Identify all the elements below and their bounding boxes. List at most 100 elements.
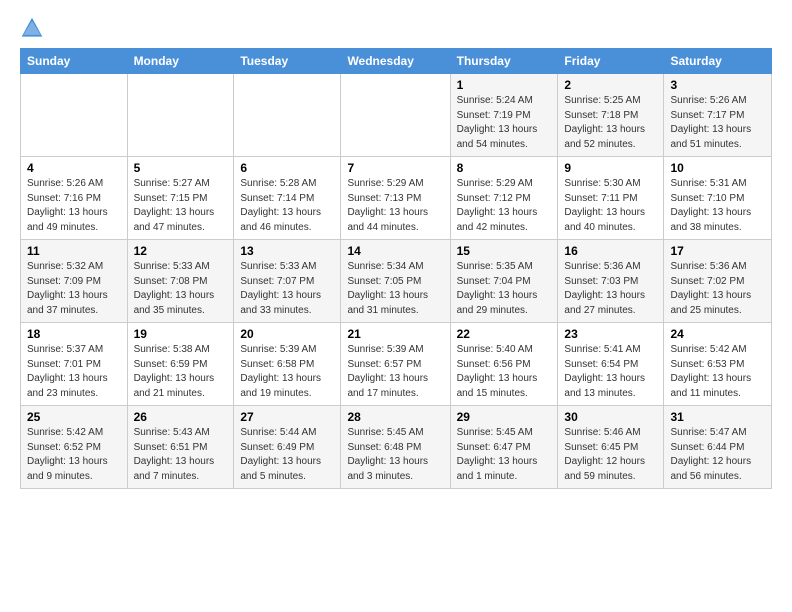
day-number: 29 xyxy=(457,410,552,424)
day-number: 11 xyxy=(27,244,121,258)
day-number: 4 xyxy=(27,161,121,175)
day-number: 9 xyxy=(564,161,657,175)
header-day: Monday xyxy=(127,49,234,74)
calendar-cell: 5 Sunrise: 5:27 AM Sunset: 7:15 PM Daylig… xyxy=(127,157,234,240)
day-info: Sunrise: 5:38 AM Sunset: 6:59 PM Dayligh… xyxy=(134,343,228,401)
calendar-cell: 20 Sunrise: 5:39 AM Sunset: 6:58 PM Dayli… xyxy=(234,323,341,406)
day-info: Sunrise: 5:25 AM Sunset: 7:18 PM Dayligh… xyxy=(564,94,657,152)
calendar-cell: 26 Sunrise: 5:43 AM Sunset: 6:51 PM Dayli… xyxy=(127,406,234,489)
calendar-cell: 25Sunrise: 5:42 AM Sunset: 6:52 PM Dayli… xyxy=(21,406,128,489)
calendar-cell xyxy=(21,74,128,157)
day-info: Sunrise: 5:33 AM Sunset: 7:08 PM Dayligh… xyxy=(134,260,228,318)
calendar-cell: 6Sunrise: 5:28 AM Sunset: 7:14 PM Daylig… xyxy=(234,157,341,240)
calendar-cell: 7 Sunrise: 5:29 AM Sunset: 7:13 PM Daylig… xyxy=(341,157,450,240)
day-number: 10 xyxy=(670,161,765,175)
day-number: 20 xyxy=(240,327,334,341)
day-info: Sunrise: 5:43 AM Sunset: 6:51 PM Dayligh… xyxy=(134,426,228,484)
day-number: 31 xyxy=(670,410,765,424)
header-day: Sunday xyxy=(21,49,128,74)
day-number: 30 xyxy=(564,410,657,424)
calendar-week-row: 25Sunrise: 5:42 AM Sunset: 6:52 PM Dayli… xyxy=(21,406,772,489)
logo-icon xyxy=(20,16,44,40)
calendar-cell xyxy=(127,74,234,157)
day-number: 12 xyxy=(134,244,228,258)
day-info: Sunrise: 5:30 AM Sunset: 7:11 PM Dayligh… xyxy=(564,177,657,235)
calendar-cell: 4 Sunrise: 5:26 AM Sunset: 7:16 PM Daylig… xyxy=(21,157,128,240)
calendar-week-row: 4 Sunrise: 5:26 AM Sunset: 7:16 PM Daylig… xyxy=(21,157,772,240)
calendar-cell: 8 Sunrise: 5:29 AM Sunset: 7:12 PM Daylig… xyxy=(450,157,558,240)
day-number: 21 xyxy=(347,327,443,341)
calendar-cell xyxy=(234,74,341,157)
day-info: Sunrise: 5:24 AM Sunset: 7:19 PM Dayligh… xyxy=(457,94,552,152)
calendar-cell: 17 Sunrise: 5:36 AM Sunset: 7:02 PM Dayli… xyxy=(664,240,772,323)
day-info: Sunrise: 5:27 AM Sunset: 7:15 PM Dayligh… xyxy=(134,177,228,235)
day-number: 2 xyxy=(564,78,657,92)
calendar-cell: 12 Sunrise: 5:33 AM Sunset: 7:08 PM Dayli… xyxy=(127,240,234,323)
calendar-cell: 16Sunrise: 5:36 AM Sunset: 7:03 PM Dayli… xyxy=(558,240,664,323)
calendar-cell xyxy=(341,74,450,157)
day-number: 16 xyxy=(564,244,657,258)
day-info: Sunrise: 5:37 AM Sunset: 7:01 PM Dayligh… xyxy=(27,343,121,401)
day-info: Sunrise: 5:41 AM Sunset: 6:54 PM Dayligh… xyxy=(564,343,657,401)
calendar-cell: 3 Sunrise: 5:26 AM Sunset: 7:17 PM Daylig… xyxy=(664,74,772,157)
day-info: Sunrise: 5:47 AM Sunset: 6:44 PM Dayligh… xyxy=(670,426,765,484)
header-day: Tuesday xyxy=(234,49,341,74)
day-info: Sunrise: 5:39 AM Sunset: 6:57 PM Dayligh… xyxy=(347,343,443,401)
day-info: Sunrise: 5:29 AM Sunset: 7:13 PM Dayligh… xyxy=(347,177,443,235)
day-number: 15 xyxy=(457,244,552,258)
day-number: 8 xyxy=(457,161,552,175)
calendar-cell: 31 Sunrise: 5:47 AM Sunset: 6:44 PM Dayli… xyxy=(664,406,772,489)
day-number: 17 xyxy=(670,244,765,258)
day-number: 6 xyxy=(240,161,334,175)
header-row: SundayMondayTuesdayWednesdayThursdayFrid… xyxy=(21,49,772,74)
day-number: 5 xyxy=(134,161,228,175)
calendar-cell: 23 Sunrise: 5:41 AM Sunset: 6:54 PM Dayli… xyxy=(558,323,664,406)
calendar-cell: 30 Sunrise: 5:46 AM Sunset: 6:45 PM Dayli… xyxy=(558,406,664,489)
calendar-cell: 9 Sunrise: 5:30 AM Sunset: 7:11 PM Daylig… xyxy=(558,157,664,240)
day-info: Sunrise: 5:45 AM Sunset: 6:48 PM Dayligh… xyxy=(347,426,443,484)
day-info: Sunrise: 5:29 AM Sunset: 7:12 PM Dayligh… xyxy=(457,177,552,235)
calendar-cell: 2 Sunrise: 5:25 AM Sunset: 7:18 PM Daylig… xyxy=(558,74,664,157)
calendar-cell: 14 Sunrise: 5:34 AM Sunset: 7:05 PM Dayli… xyxy=(341,240,450,323)
day-info: Sunrise: 5:35 AM Sunset: 7:04 PM Dayligh… xyxy=(457,260,552,318)
day-info: Sunrise: 5:46 AM Sunset: 6:45 PM Dayligh… xyxy=(564,426,657,484)
day-number: 24 xyxy=(670,327,765,341)
day-info: Sunrise: 5:26 AM Sunset: 7:17 PM Dayligh… xyxy=(670,94,765,152)
day-number: 23 xyxy=(564,327,657,341)
day-number: 28 xyxy=(347,410,443,424)
day-info: Sunrise: 5:36 AM Sunset: 7:02 PM Dayligh… xyxy=(670,260,765,318)
calendar-cell: 15 Sunrise: 5:35 AM Sunset: 7:04 PM Dayli… xyxy=(450,240,558,323)
day-info: Sunrise: 5:44 AM Sunset: 6:49 PM Dayligh… xyxy=(240,426,334,484)
day-number: 19 xyxy=(134,327,228,341)
header-day: Wednesday xyxy=(341,49,450,74)
day-number: 26 xyxy=(134,410,228,424)
calendar-cell: 22 Sunrise: 5:40 AM Sunset: 6:56 PM Dayli… xyxy=(450,323,558,406)
header-day: Friday xyxy=(558,49,664,74)
calendar-table: SundayMondayTuesdayWednesdayThursdayFrid… xyxy=(20,48,772,489)
calendar-week-row: 1 Sunrise: 5:24 AM Sunset: 7:19 PM Daylig… xyxy=(21,74,772,157)
day-number: 3 xyxy=(670,78,765,92)
calendar-cell: 11 Sunrise: 5:32 AM Sunset: 7:09 PM Dayli… xyxy=(21,240,128,323)
day-info: Sunrise: 5:26 AM Sunset: 7:16 PM Dayligh… xyxy=(27,177,121,235)
calendar-cell: 13 Sunrise: 5:33 AM Sunset: 7:07 PM Dayli… xyxy=(234,240,341,323)
day-info: Sunrise: 5:32 AM Sunset: 7:09 PM Dayligh… xyxy=(27,260,121,318)
day-number: 18 xyxy=(27,327,121,341)
day-number: 22 xyxy=(457,327,552,341)
day-number: 14 xyxy=(347,244,443,258)
calendar-cell: 18 Sunrise: 5:37 AM Sunset: 7:01 PM Dayli… xyxy=(21,323,128,406)
day-info: Sunrise: 5:33 AM Sunset: 7:07 PM Dayligh… xyxy=(240,260,334,318)
day-number: 1 xyxy=(457,78,552,92)
header-day: Thursday xyxy=(450,49,558,74)
day-number: 25 xyxy=(27,410,121,424)
calendar-week-row: 11 Sunrise: 5:32 AM Sunset: 7:09 PM Dayli… xyxy=(21,240,772,323)
day-info: Sunrise: 5:40 AM Sunset: 6:56 PM Dayligh… xyxy=(457,343,552,401)
day-info: Sunrise: 5:39 AM Sunset: 6:58 PM Dayligh… xyxy=(240,343,334,401)
day-info: Sunrise: 5:34 AM Sunset: 7:05 PM Dayligh… xyxy=(347,260,443,318)
day-info: Sunrise: 5:31 AM Sunset: 7:10 PM Dayligh… xyxy=(670,177,765,235)
calendar-cell: 1 Sunrise: 5:24 AM Sunset: 7:19 PM Daylig… xyxy=(450,74,558,157)
day-number: 7 xyxy=(347,161,443,175)
calendar-cell: 10 Sunrise: 5:31 AM Sunset: 7:10 PM Dayli… xyxy=(664,157,772,240)
calendar-cell: 29Sunrise: 5:45 AM Sunset: 6:47 PM Dayli… xyxy=(450,406,558,489)
day-number: 13 xyxy=(240,244,334,258)
calendar-cell: 27Sunrise: 5:44 AM Sunset: 6:49 PM Dayli… xyxy=(234,406,341,489)
